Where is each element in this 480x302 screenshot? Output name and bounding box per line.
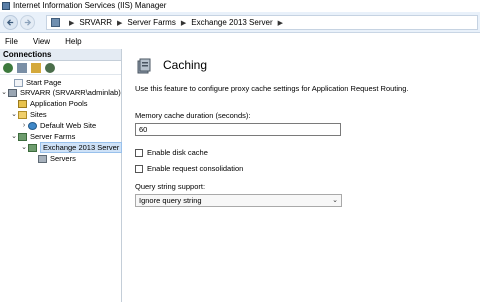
breadcrumb-item[interactable]: Server Farms <box>127 18 175 27</box>
chevron-right-icon[interactable]: ▶ <box>69 19 74 27</box>
tree-item-label: Servers <box>50 154 76 163</box>
tree-item-sites[interactable]: ⌄ Sites <box>10 110 47 119</box>
tree-item-server[interactable]: ⌄ SRVARR (SRVARR\adminlab) <box>0 88 121 97</box>
iis-app-icon <box>2 2 10 10</box>
collapse-icon[interactable]: ⌄ <box>0 89 8 97</box>
enable-request-consolidation-checkbox[interactable] <box>135 164 143 173</box>
enable-disk-cache-row[interactable]: Enable disk cache <box>135 148 208 157</box>
enable-request-consolidation-label: Enable request consolidation <box>147 164 244 173</box>
iis-breadcrumb-icon <box>51 18 60 27</box>
app-pools-icon <box>18 99 27 108</box>
expand-icon[interactable]: › <box>20 122 28 130</box>
breadcrumb-item[interactable]: Exchange 2013 Server <box>191 18 272 27</box>
menu-file[interactable]: File <box>5 37 18 46</box>
chevron-right-icon[interactable]: ▶ <box>181 19 186 27</box>
collapse-icon[interactable]: ⌄ <box>20 144 28 152</box>
tree-item-label: Exchange 2013 Server <box>40 142 123 153</box>
feature-pane: Caching Use this feature to configure pr… <box>123 49 480 302</box>
query-string-support-select[interactable]: Ignore query string ⌄ <box>135 194 342 207</box>
tree-item-start-page[interactable]: Start Page <box>6 78 61 87</box>
chevron-right-icon[interactable]: ▶ <box>117 19 122 27</box>
page-title: Caching <box>163 58 208 72</box>
arrow-left-icon <box>6 19 14 26</box>
refresh-icon[interactable] <box>45 62 55 73</box>
forward-button[interactable] <box>20 15 35 30</box>
tree-item-label: Server Farms <box>30 132 76 141</box>
enable-request-consolidation-row[interactable]: Enable request consolidation <box>135 164 243 173</box>
chevron-right-icon[interactable]: ▶ <box>278 19 283 27</box>
tree-item-label: Start Page <box>26 78 62 87</box>
memory-cache-duration-label: Memory cache duration (seconds): <box>135 111 251 120</box>
globe-icon <box>28 121 37 130</box>
tree-item-server-farms[interactable]: ⌄ Server Farms <box>10 132 75 141</box>
menu-view[interactable]: View <box>33 37 50 46</box>
query-string-support-value: Ignore query string <box>139 196 202 205</box>
window-title: Internet Information Services (IIS) Mana… <box>13 1 167 10</box>
folder-icon <box>18 110 27 119</box>
memory-cache-duration-input[interactable]: 60 <box>135 123 341 136</box>
breadcrumb[interactable]: ▶ SRVARR ▶ Server Farms ▶ Exchange 2013 … <box>46 15 478 30</box>
chevron-down-icon: ⌄ <box>332 197 338 204</box>
caching-icon <box>137 58 151 74</box>
tree-item-label: Default Web Site <box>40 121 97 130</box>
query-string-support-label: Query string support: <box>135 182 206 191</box>
collapse-icon[interactable]: ⌄ <box>10 111 18 119</box>
enable-disk-cache-label: Enable disk cache <box>147 148 208 157</box>
tree-item-label: Sites <box>30 110 47 119</box>
tree-item-servers[interactable]: Servers <box>38 154 76 163</box>
menu-bar: File View Help <box>0 34 480 48</box>
tree-item-label: Application Pools <box>30 99 88 108</box>
connections-toolbar <box>0 61 121 75</box>
tree-item-default-web-site[interactable]: › Default Web Site <box>20 121 96 130</box>
up-level-icon[interactable] <box>31 62 41 73</box>
tree-item-label: SRVARR (SRVARR\adminlab) <box>20 88 121 97</box>
back-button[interactable] <box>3 15 18 30</box>
collapse-icon[interactable]: ⌄ <box>10 133 18 141</box>
address-bar: ▶ SRVARR ▶ Server Farms ▶ Exchange 2013 … <box>0 12 480 33</box>
start-page-icon <box>14 78 23 87</box>
connections-pane: Connections Start Page ⌄ SRVARR (SRVARR\… <box>0 49 123 302</box>
tree-item-application-pools[interactable]: Application Pools <box>18 99 88 108</box>
menu-help[interactable]: Help <box>65 37 81 46</box>
connect-icon[interactable] <box>3 62 13 73</box>
server-icon <box>8 88 17 97</box>
feature-description: Use this feature to configure proxy cach… <box>135 84 409 93</box>
servers-icon <box>38 154 47 163</box>
arrow-right-icon <box>24 19 32 26</box>
enable-disk-cache-checkbox[interactable] <box>135 148 143 157</box>
title-bar: Internet Information Services (IIS) Mana… <box>0 0 480 12</box>
breadcrumb-item[interactable]: SRVARR <box>79 18 112 27</box>
server-farm-icon <box>28 143 37 152</box>
server-farms-icon <box>18 132 27 141</box>
connections-header: Connections <box>0 49 121 61</box>
save-icon[interactable] <box>17 62 27 73</box>
tree-item-exchange-2013-server[interactable]: ⌄ Exchange 2013 Server <box>20 142 123 153</box>
